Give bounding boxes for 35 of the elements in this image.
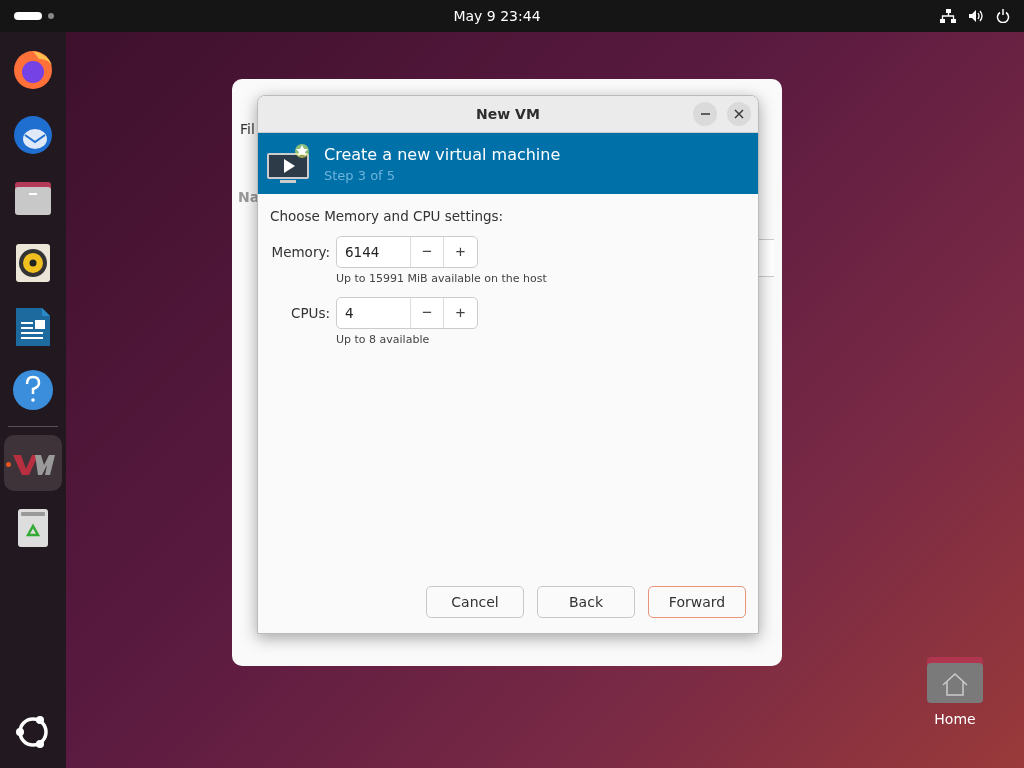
running-indicator <box>6 462 11 467</box>
increment-button[interactable]: + <box>444 237 477 267</box>
clock[interactable]: May 9 23:44 <box>453 8 541 24</box>
close-icon <box>734 109 744 119</box>
hint-text: Up to 15991 MiB available on the host <box>336 272 548 285</box>
help-icon <box>11 368 55 412</box>
workspace-indicator[interactable] <box>14 12 42 20</box>
section-heading: Choose Memory and CPU settings: <box>270 208 505 224</box>
spin-field[interactable]: 6144 − + <box>336 236 478 268</box>
close-button[interactable] <box>727 102 751 126</box>
volume-icon[interactable] <box>968 9 984 23</box>
desktop-icon-label[interactable]: Home <box>934 711 976 727</box>
spin-field[interactable]: 4 − + <box>336 297 478 329</box>
decrement-button[interactable]: − <box>411 298 444 328</box>
minimize-icon <box>700 113 710 115</box>
field-label: Memory: <box>271 243 331 262</box>
power-icon[interactable] <box>996 9 1010 23</box>
dialog-button[interactable]: Back <box>537 586 635 618</box>
hint-text: Up to 8 available <box>336 333 431 346</box>
increment-button[interactable]: + <box>444 298 477 328</box>
browser-icon <box>11 48 55 92</box>
field-label: CPUs: <box>290 304 331 323</box>
dialog-button[interactable]: Forward <box>648 586 746 618</box>
dock-item[interactable] <box>4 435 62 491</box>
monitor-star-icon <box>266 142 312 185</box>
decrement-button[interactable]: − <box>411 237 444 267</box>
home-folder-icon[interactable] <box>927 655 983 703</box>
menu-item[interactable]: Fil <box>240 121 255 137</box>
network-icon[interactable] <box>940 9 956 23</box>
banner-title: Create a new virtual machine <box>324 144 561 164</box>
workspace-dot[interactable] <box>48 13 54 19</box>
minimize-button[interactable] <box>693 102 717 126</box>
window-title: New VM <box>476 106 540 122</box>
dialog-button[interactable]: Cancel <box>426 586 524 618</box>
step-indicator: Step 3 of 5 <box>324 167 397 183</box>
